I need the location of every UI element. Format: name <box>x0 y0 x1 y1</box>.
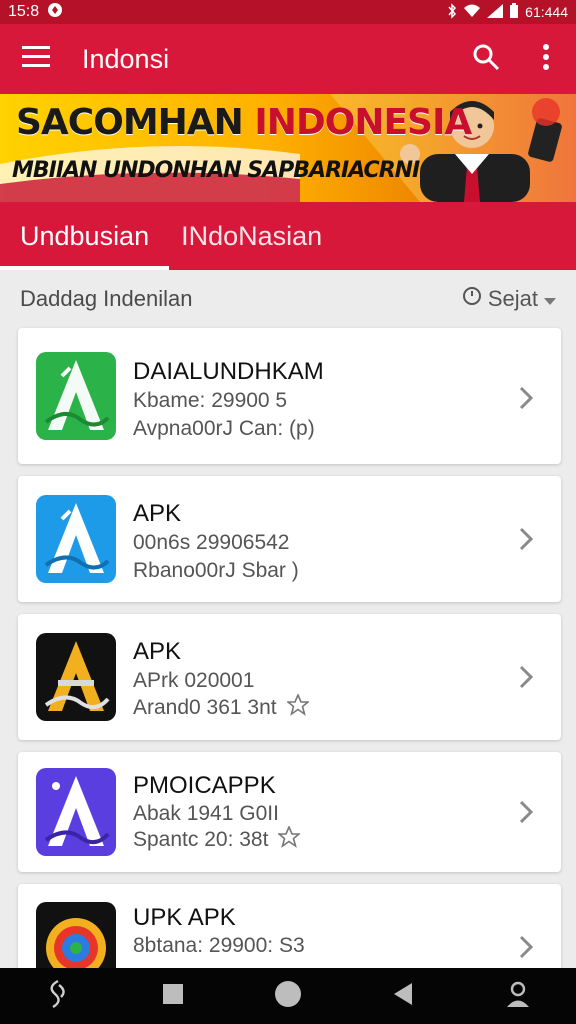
app-name: UPK APK <box>133 904 236 931</box>
swirl-icon <box>45 979 71 1014</box>
app-meta-line1: 00n6s 29906542 <box>133 531 290 554</box>
chevron-right-icon <box>515 662 537 692</box>
profile-button[interactable] <box>488 968 548 1024</box>
recents-button[interactable] <box>143 968 203 1024</box>
chevron-right-icon <box>515 932 537 962</box>
app-meta-line2: Spantc 20: 38t <box>133 824 302 854</box>
list-item[interactable]: APK 00n6s 29906542 Rbano00rJ Sbar ) <box>18 476 561 602</box>
banner-subline: MBIIAN UNDONHAN SAPBARIACRNI <box>12 158 420 183</box>
list-item[interactable]: PMOICAPPK Abak 1941 G0II Spantc 20: 38t <box>18 752 561 872</box>
app-meta-line2: Avpna00rJ Can: (p) <box>133 417 315 440</box>
status-time-right: 61:444 <box>525 4 568 20</box>
circle-icon <box>274 980 302 1013</box>
app-icon-purple <box>36 768 116 856</box>
promo-banner[interactable]: SACOMHAN INDONESIA MBIIAN UNDONHAN SAPBA… <box>0 94 576 202</box>
list-item[interactable]: DAIALUNDHKAM Kbame: 29900 5 Avpna00rJ Ca… <box>18 328 561 464</box>
list-header-label: Daddag Indenilan <box>20 286 193 311</box>
battery-icon <box>509 2 519 22</box>
app-meta-line2: Rbano00rJ Sbar ) <box>133 559 299 582</box>
sort-label: Sejat <box>487 286 538 311</box>
page-title: Indonsi <box>82 43 170 74</box>
hamburger-icon <box>22 45 50 73</box>
list-header: Daddag Indenilan Sejat <box>0 270 576 328</box>
search-icon <box>472 43 500 76</box>
list-item[interactable]: APK APrk 020001 Arand0 361 3nt <box>18 614 561 740</box>
home-button[interactable] <box>258 968 318 1024</box>
chevron-right-icon <box>515 383 537 413</box>
dropdown-arrow-icon <box>544 286 556 312</box>
app-meta-line2: Arand0 361 3nt <box>133 692 310 722</box>
person-icon <box>504 980 532 1013</box>
status-time-left: 15:8 <box>8 3 40 20</box>
app-icon-blue <box>36 495 116 583</box>
app-name: APK <box>133 638 182 665</box>
bluetooth-icon <box>447 2 457 22</box>
more-options-button[interactable] <box>516 24 576 94</box>
app-meta-line1: Abak 1941 G0II <box>133 802 279 825</box>
assistant-button[interactable] <box>28 968 88 1024</box>
star-icon[interactable] <box>285 692 310 722</box>
chevron-right-icon <box>515 524 537 554</box>
status-bar: 15:8 61:444 <box>0 0 576 24</box>
wifi-icon <box>463 4 481 21</box>
tab-bar: Undbusian INdoNasian <box>0 202 576 270</box>
app-screen: { "status_bar": {"time_left": "15:8", "t… <box>0 0 576 1024</box>
app-meta-line1: 8btana: 29900: S3 <box>133 934 305 957</box>
signal-icon <box>487 3 504 21</box>
back-button[interactable] <box>373 968 433 1024</box>
triangle-back-icon <box>392 982 414 1011</box>
banner-headline: SACOMHAN INDONESIA <box>16 102 472 143</box>
tab-indonasian[interactable]: INdoNasian <box>169 202 334 270</box>
app-name: PMOICAPPK <box>133 772 276 799</box>
app-name: APK <box>133 500 182 527</box>
app-icon-green <box>36 352 116 440</box>
square-icon <box>162 983 184 1010</box>
sort-dropdown[interactable]: Sejat <box>462 286 556 312</box>
app-meta-line1: APrk 020001 <box>133 669 255 692</box>
app-bar: Indonsi <box>0 24 576 94</box>
system-nav-bar <box>0 968 576 1024</box>
star-icon[interactable] <box>277 824 302 854</box>
tab-undbusian[interactable]: Undbusian <box>0 202 170 270</box>
notification-icon <box>47 2 63 23</box>
chevron-right-icon <box>515 797 537 827</box>
more-vert-icon <box>542 43 550 75</box>
app-name: DAIALUNDHKAM <box>133 358 324 385</box>
app-icon-black-gold <box>36 633 116 721</box>
app-meta-line1: Kbame: 29900 5 <box>133 389 288 412</box>
menu-button[interactable] <box>0 24 72 94</box>
clock-icon <box>462 286 482 312</box>
search-button[interactable] <box>456 24 516 94</box>
